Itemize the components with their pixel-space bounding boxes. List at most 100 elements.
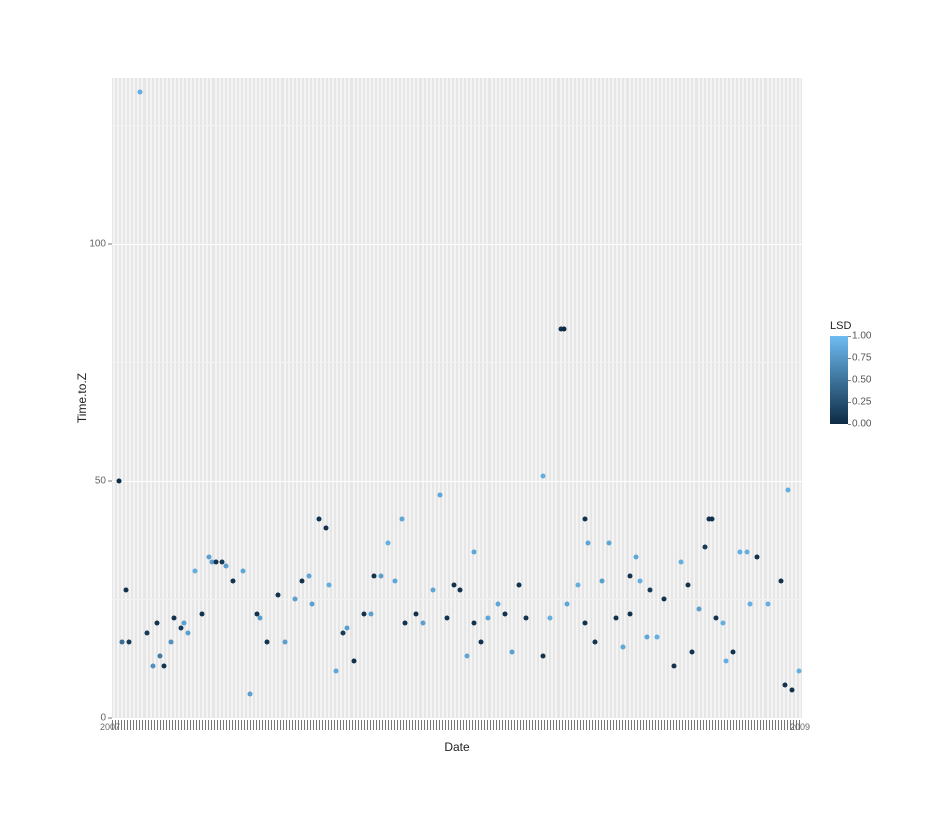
- data-point: [310, 602, 315, 607]
- legend-tick-label: 1.00: [852, 331, 871, 342]
- data-point: [731, 649, 736, 654]
- data-point: [575, 583, 580, 588]
- x-axis-tick-left: 2007: [100, 722, 120, 732]
- x-axis-label: Date: [112, 740, 802, 754]
- data-point: [786, 488, 791, 493]
- data-point: [472, 621, 477, 626]
- data-point: [672, 663, 677, 668]
- data-point: [299, 578, 304, 583]
- data-point: [213, 559, 218, 564]
- data-point: [192, 569, 197, 574]
- data-point: [517, 583, 522, 588]
- data-point: [593, 640, 598, 645]
- data-point: [524, 616, 529, 621]
- data-point: [634, 554, 639, 559]
- data-point: [582, 621, 587, 626]
- data-point: [258, 616, 263, 621]
- data-point: [241, 569, 246, 574]
- data-point: [541, 474, 546, 479]
- data-point: [386, 540, 391, 545]
- legend-tick-label: 0.75: [852, 353, 871, 364]
- data-point: [413, 611, 418, 616]
- data-point: [710, 516, 715, 521]
- data-point: [361, 611, 366, 616]
- data-point: [627, 611, 632, 616]
- data-point: [399, 516, 404, 521]
- data-point: [172, 616, 177, 621]
- legend-colorbar: 1.000.750.500.250.00: [830, 336, 848, 424]
- data-point: [779, 578, 784, 583]
- data-point: [182, 621, 187, 626]
- data-point: [158, 654, 163, 659]
- data-point: [292, 597, 297, 602]
- data-point: [582, 516, 587, 521]
- data-point: [420, 621, 425, 626]
- data-point: [116, 478, 121, 483]
- data-point: [127, 640, 132, 645]
- data-point: [248, 692, 253, 697]
- data-point: [689, 649, 694, 654]
- data-point: [561, 327, 566, 332]
- data-point: [323, 526, 328, 531]
- data-point: [486, 616, 491, 621]
- data-point: [185, 630, 190, 635]
- x-axis-tick-right: 2009: [790, 722, 810, 732]
- data-point: [541, 654, 546, 659]
- data-point: [755, 554, 760, 559]
- data-point: [472, 550, 477, 555]
- data-point: [655, 635, 660, 640]
- data-point: [458, 588, 463, 593]
- data-point: [230, 578, 235, 583]
- data-point: [503, 611, 508, 616]
- data-point: [765, 602, 770, 607]
- legend-tick-label: 0.25: [852, 397, 871, 408]
- data-point: [696, 606, 701, 611]
- data-point: [372, 573, 377, 578]
- data-point: [648, 588, 653, 593]
- y-axis-tick: 100: [89, 238, 106, 249]
- x-axis-tick-band: [112, 720, 802, 730]
- data-point: [199, 611, 204, 616]
- data-point: [627, 573, 632, 578]
- data-point: [368, 611, 373, 616]
- data-point: [662, 597, 667, 602]
- data-point: [679, 559, 684, 564]
- data-point: [548, 616, 553, 621]
- data-point: [444, 616, 449, 621]
- data-point: [703, 545, 708, 550]
- data-point: [351, 659, 356, 664]
- data-point: [479, 640, 484, 645]
- data-point: [379, 573, 384, 578]
- data-point: [686, 583, 691, 588]
- data-point: [437, 493, 442, 498]
- legend-tick-label: 0.00: [852, 419, 871, 430]
- data-point: [796, 668, 801, 673]
- data-point: [282, 640, 287, 645]
- data-point: [782, 682, 787, 687]
- data-point: [223, 564, 228, 569]
- legend-tick-label: 0.50: [852, 375, 871, 386]
- chart-container: 050100 Time.to.Z Date 2007 2009 LSD 1.00…: [0, 0, 941, 833]
- plot-panel: 050100: [112, 78, 802, 718]
- data-point: [510, 649, 515, 654]
- data-point: [341, 630, 346, 635]
- data-point: [151, 663, 156, 668]
- data-point: [613, 616, 618, 621]
- data-point: [713, 616, 718, 621]
- data-point: [317, 516, 322, 521]
- data-point: [724, 659, 729, 664]
- data-point: [586, 540, 591, 545]
- data-point: [599, 578, 604, 583]
- data-point: [275, 592, 280, 597]
- data-point: [123, 588, 128, 593]
- data-point: [334, 668, 339, 673]
- data-point: [637, 578, 642, 583]
- data-point: [748, 602, 753, 607]
- data-point: [179, 625, 184, 630]
- data-point: [120, 640, 125, 645]
- legend: LSD 1.000.750.500.250.00: [830, 320, 900, 424]
- data-point: [144, 630, 149, 635]
- data-point: [465, 654, 470, 659]
- data-point: [137, 90, 142, 95]
- data-point: [451, 583, 456, 588]
